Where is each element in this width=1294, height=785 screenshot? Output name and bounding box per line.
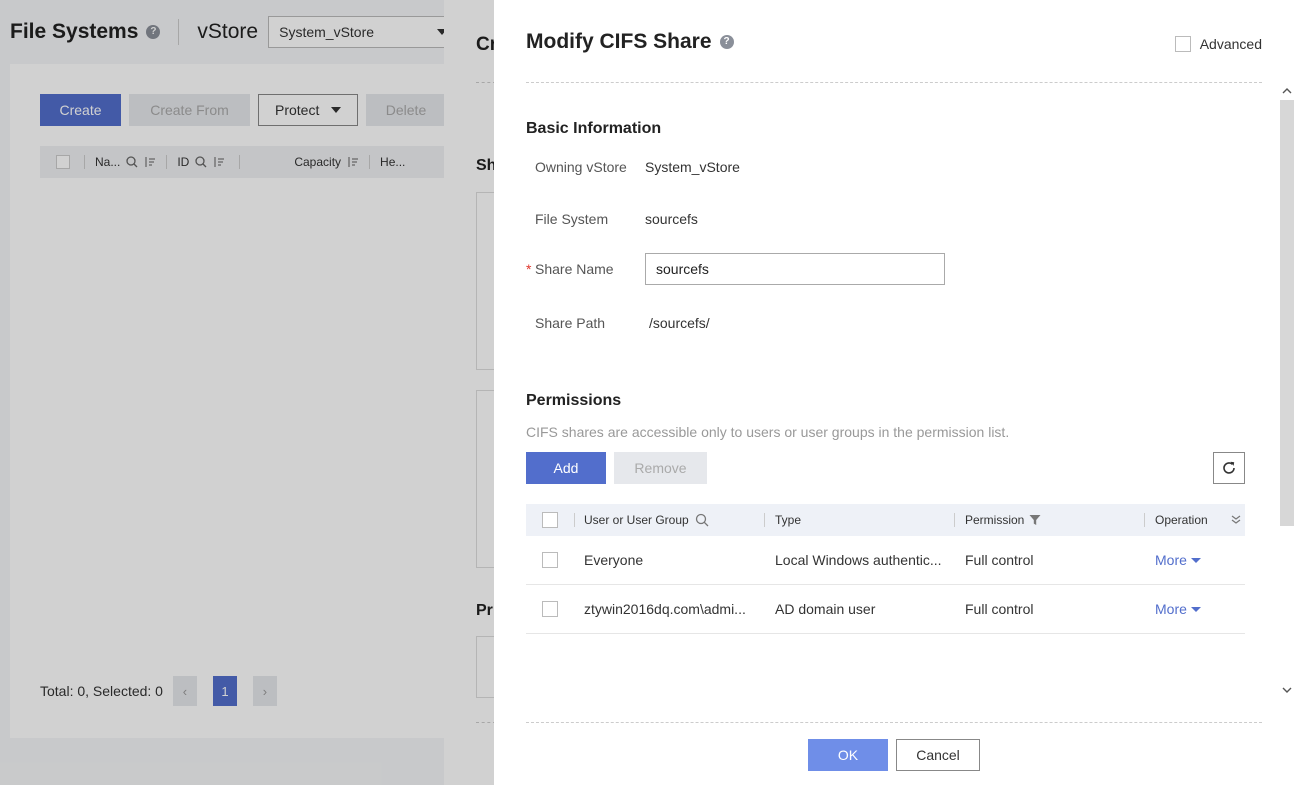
scroll-up-icon[interactable] (1281, 86, 1293, 96)
column-operation-label: Operation (1155, 513, 1208, 527)
advanced-label: Advanced (1199, 36, 1262, 52)
table-row: Everyone Local Windows authentic... Full… (526, 536, 1245, 585)
column-user-label: User or User Group (584, 513, 689, 527)
scrollbar[interactable] (1278, 84, 1294, 698)
select-all-cell (526, 512, 574, 528)
scrollbar-thumb[interactable] (1280, 100, 1294, 526)
file-system-value: sourcefs (645, 211, 698, 227)
filter-icon[interactable] (1029, 514, 1041, 526)
row-type: Local Windows authentic... (764, 552, 954, 568)
share-name-label: Share Name (535, 261, 614, 277)
owning-vstore-row: Owning vStore System_vStore (535, 158, 740, 176)
column-permission-label: Permission (965, 513, 1025, 527)
row-type-text: Local Windows authentic... (775, 552, 942, 568)
row-permission: Full control (965, 601, 1034, 617)
basic-information-title: Basic Information (526, 120, 662, 137)
more-link-label: More (1155, 552, 1187, 568)
add-permission-button[interactable]: Add (526, 452, 606, 484)
drawer-content: Basic Information Owning vStore System_v… (526, 84, 1294, 724)
more-link-label: More (1155, 601, 1187, 617)
advanced-checkbox[interactable] (1174, 36, 1191, 52)
column-permission: Permission (954, 513, 1144, 527)
row-type: AD domain user (775, 601, 876, 617)
remove-permission-button[interactable]: Remove (614, 452, 707, 484)
row-user: ztywin2016dq.com\admi... (584, 601, 746, 617)
row-user: Everyone (584, 552, 644, 568)
caret-down-icon (1190, 557, 1201, 563)
row-checkbox[interactable] (542, 552, 558, 568)
share-path-value: /sourcefs/ (649, 315, 710, 331)
row-checkbox-cell (526, 552, 574, 568)
permissions-hint: CIFS shares are accessible only to users… (526, 424, 1010, 440)
refresh-button[interactable] (1213, 452, 1245, 484)
drawer-title: Modify CIFS Share (526, 30, 712, 53)
permissions-table: User or User Group Type Permission Opera… (526, 504, 1245, 634)
modify-cifs-share-drawer: Modify CIFS Share ? Advanced Basic Infor… (494, 0, 1294, 785)
file-system-row: File System sourcefs (535, 210, 698, 228)
share-path-row: Share Path /sourcefs/ (535, 314, 710, 332)
help-icon[interactable]: ? (719, 35, 734, 49)
owning-vstore-value: System_vStore (645, 159, 740, 175)
column-operation: Operation (1144, 513, 1245, 527)
share-name-input[interactable]: sourcefs (645, 253, 945, 285)
search-icon[interactable] (695, 513, 709, 527)
ok-button[interactable]: OK (808, 739, 888, 771)
permissions-title: Permissions (526, 392, 622, 409)
refresh-icon (1223, 461, 1235, 474)
expand-columns-icon[interactable] (1231, 514, 1241, 526)
column-type-label: Type (775, 513, 802, 527)
file-system-label: File System (535, 211, 609, 227)
share-name-row: * Share Name sourcefs (526, 253, 945, 285)
more-actions-link[interactable]: More (1155, 601, 1201, 617)
row-operation: More (1144, 552, 1245, 568)
scroll-down-icon[interactable] (1281, 685, 1293, 695)
advanced-toggle[interactable]: Advanced (1174, 36, 1262, 52)
header-divider (526, 82, 1262, 83)
select-all-checkbox[interactable] (542, 512, 558, 528)
share-path-label: Share Path (535, 315, 606, 331)
row-user-cell: ztywin2016dq.com\admi... (574, 601, 764, 617)
drawer-header: Modify CIFS Share ? (526, 30, 734, 54)
row-operation: More (1144, 601, 1245, 617)
more-actions-link[interactable]: More (1155, 552, 1201, 568)
permissions-table-header: User or User Group Type Permission Opera… (526, 504, 1245, 536)
column-type: Type (764, 513, 954, 527)
row-permission: Full control (965, 552, 1034, 568)
footer-divider (526, 722, 1262, 723)
column-user-or-group: User or User Group (574, 513, 764, 527)
cancel-button[interactable]: Cancel (896, 739, 980, 771)
row-checkbox[interactable] (542, 601, 558, 617)
caret-down-icon (1190, 606, 1201, 612)
required-marker: * (526, 261, 532, 277)
table-row: ztywin2016dq.com\admi... AD domain user … (526, 585, 1245, 634)
owning-vstore-label: Owning vStore (535, 159, 627, 175)
row-checkbox-cell (526, 601, 574, 617)
